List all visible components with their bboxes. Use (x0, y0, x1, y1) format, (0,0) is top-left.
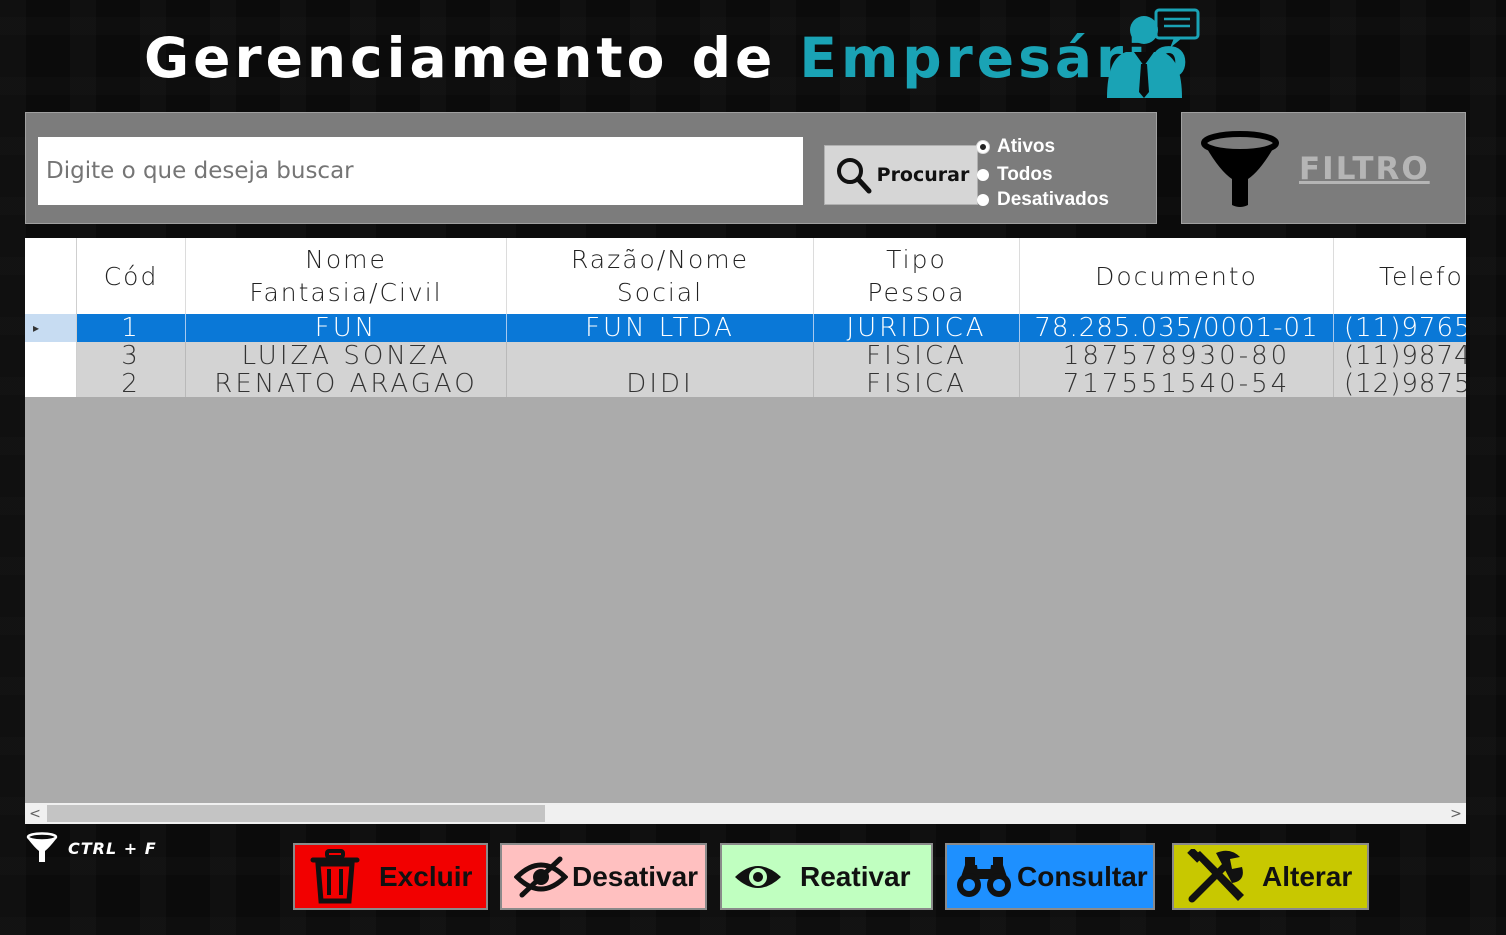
radio-dot (977, 194, 989, 206)
cell-documento: 187578930-80 (1020, 342, 1334, 370)
filter-button[interactable]: FILTRO (1181, 112, 1466, 224)
table-row-selected[interactable]: 1 FUN FUN LTDA JURIDICA 78.285.035/0001-… (77, 314, 1466, 342)
desativar-button[interactable]: Desativar (500, 843, 707, 910)
businessman-chat-icon (1107, 8, 1200, 98)
cell-nome: LUIZA SONZA (186, 342, 507, 370)
reativar-button[interactable]: Reativar (720, 843, 933, 910)
consultar-label: Consultar (1017, 860, 1148, 892)
cell-cod: 2 (77, 370, 186, 397)
data-grid[interactable]: Cód Nome Fantasia/Civil Razão/Nome Socia… (25, 238, 1466, 824)
cell-razao (507, 342, 814, 370)
magnifier-icon (836, 158, 872, 194)
consultar-button[interactable]: Consultar (945, 843, 1155, 910)
scrollbar-thumb[interactable] (47, 805, 545, 822)
cell-tipo: FISICA (814, 342, 1020, 370)
filter-label: FILTRO (1299, 151, 1430, 187)
scroll-right-arrow[interactable]: > (1446, 803, 1466, 824)
cell-documento: 717551540-54 (1020, 370, 1334, 397)
column-header-documento[interactable]: Documento (1020, 238, 1334, 314)
eye-icon (735, 865, 781, 888)
row-header-selected[interactable]: ▸ (25, 314, 77, 342)
search-button[interactable]: Procurar (824, 145, 978, 205)
cell-nome: RENATO ARAGAO (186, 370, 507, 397)
column-header-telefone[interactable]: Telefo (1334, 238, 1466, 314)
page-title: Gerenciamento de Empresário (144, 26, 1192, 90)
column-header-nome-fantasia[interactable]: Nome Fantasia/Civil (186, 238, 507, 314)
search-input[interactable] (38, 137, 803, 205)
radio-todos[interactable]: Todos (977, 164, 1053, 186)
eye-slash-icon (514, 856, 568, 897)
desativar-label: Desativar (572, 860, 699, 892)
cell-telefone: (12)98755 (1344, 370, 1466, 397)
funnel-icon (1201, 131, 1279, 207)
radio-desativados[interactable]: Desativados (977, 189, 1109, 211)
reativar-label: Reativar (800, 860, 911, 892)
cell-cod: 1 (77, 314, 186, 342)
column-header-razao-social[interactable]: Razão/Nome Social (507, 238, 814, 314)
alterar-label: Alterar (1262, 860, 1353, 892)
cell-telefone: (11)97659 (1344, 314, 1466, 342)
filter-shortcut-hint: CTRL + F (26, 832, 157, 864)
table-row[interactable]: 3 LUIZA SONZA FISICA 187578930-80 (11)98… (77, 342, 1466, 370)
cell-nome: FUN (186, 314, 507, 342)
radio-dot (977, 169, 989, 181)
excluir-label: Excluir (379, 860, 473, 892)
radio-ativos[interactable]: Ativos (977, 136, 1055, 158)
column-header-tipo-pessoa[interactable]: Tipo Pessoa (814, 238, 1020, 314)
tools-icon (1187, 848, 1244, 902)
funnel-icon (26, 832, 58, 862)
cell-documento: 78.285.035/0001-01 (1020, 314, 1334, 342)
grid-corner-header (25, 238, 77, 314)
row-header[interactable] (25, 370, 77, 397)
column-header-cod[interactable]: Cód (77, 238, 186, 314)
row-header[interactable] (25, 342, 77, 370)
cell-tipo: JURIDICA (814, 314, 1020, 342)
excluir-button[interactable]: Excluir (293, 843, 488, 910)
trash-icon (310, 848, 360, 903)
alterar-button[interactable]: Alterar (1172, 843, 1369, 910)
cell-telefone: (11)98741 (1344, 342, 1466, 370)
row-indicator-icon: ▸ (33, 321, 40, 335)
cell-tipo: FISICA (814, 370, 1020, 397)
scroll-left-arrow[interactable]: < (25, 803, 45, 824)
page-title-part1: Gerenciamento de (144, 26, 800, 90)
search-button-label: Procurar (876, 164, 970, 186)
shortcut-label: CTRL + F (68, 838, 157, 858)
radio-dot-checked (977, 141, 989, 153)
cell-cod: 3 (77, 342, 186, 370)
binoculars-icon (957, 856, 1011, 897)
radio-ativos-label: Ativos (997, 136, 1056, 157)
table-row[interactable]: 2 RENATO ARAGAO DIDI FISICA 717551540-54… (77, 370, 1466, 397)
radio-todos-label: Todos (997, 164, 1053, 185)
cell-razao: FUN LTDA (507, 314, 814, 342)
horizontal-scrollbar[interactable]: < > (25, 803, 1466, 824)
cell-razao: DIDI (507, 370, 814, 397)
radio-desativados-label: Desativados (997, 189, 1109, 210)
